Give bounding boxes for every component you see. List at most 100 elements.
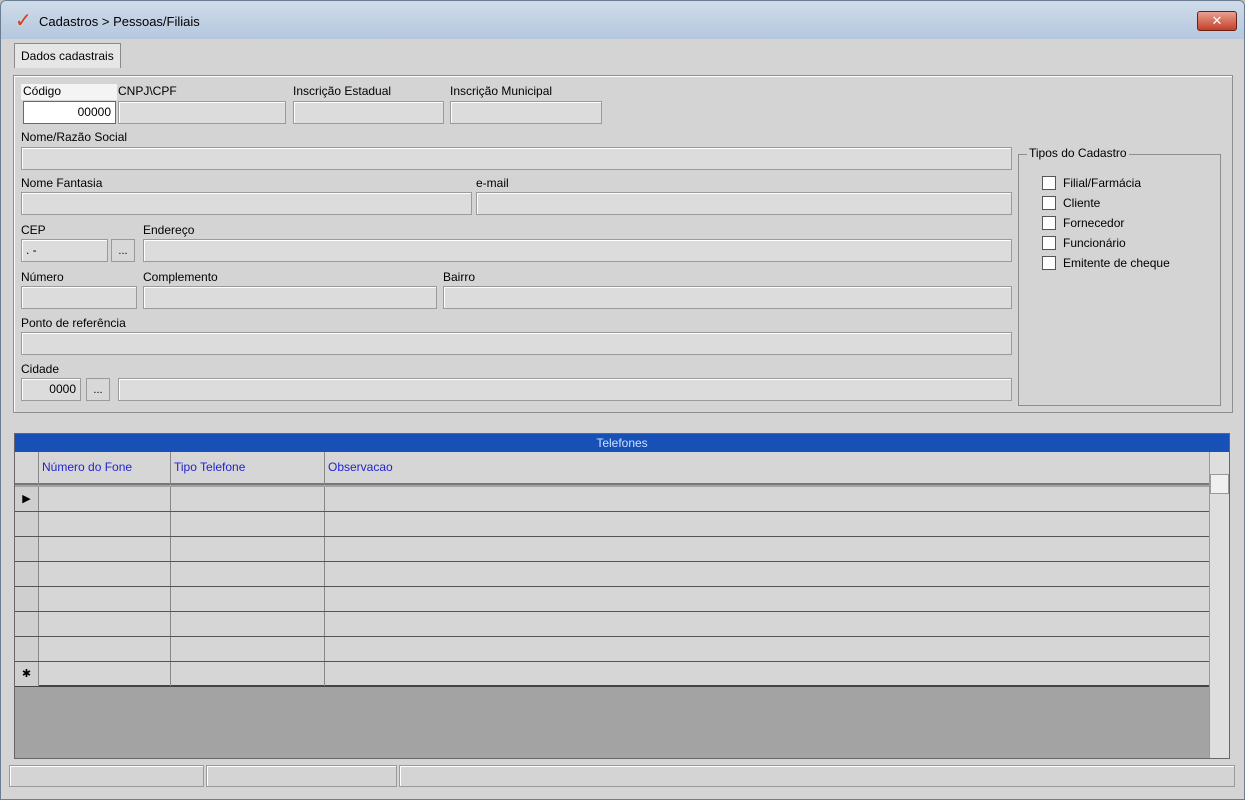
tipos-cadastro-title: Tipos do Cadastro <box>1027 146 1129 160</box>
cep-lookup-button[interactable]: ... <box>111 239 135 262</box>
tipo-option-label: Funcionário <box>1063 236 1126 250</box>
table-cell[interactable] <box>171 587 325 611</box>
numero-field[interactable] <box>21 286 137 309</box>
bairro-label: Bairro <box>443 270 476 284</box>
email-field[interactable] <box>476 192 1012 215</box>
table-cell[interactable] <box>171 637 325 661</box>
cnpj-field[interactable] <box>118 101 286 124</box>
grid-header: Número do Fone Tipo Telefone Observacao <box>15 452 1209 485</box>
checkbox[interactable] <box>1042 236 1056 250</box>
row-indicator <box>15 612 39 636</box>
tipo-option-filial[interactable]: Filial/Farmácia <box>1042 175 1141 191</box>
table-cell[interactable] <box>171 612 325 636</box>
status-panel-2 <box>206 765 397 787</box>
inscricao-estadual-field[interactable] <box>293 101 444 124</box>
tipo-option-label: Cliente <box>1063 196 1101 210</box>
column-header-numero-fone[interactable]: Número do Fone <box>39 452 171 485</box>
tipo-option-fornecedor[interactable]: Fornecedor <box>1042 215 1124 231</box>
cep-field[interactable]: . - <box>21 239 108 262</box>
table-cell[interactable] <box>39 562 171 586</box>
cidade-lookup-button[interactable]: ... <box>86 378 110 401</box>
table-cell[interactable] <box>325 562 1209 586</box>
complemento-label: Complemento <box>143 270 218 284</box>
numero-label: Número <box>21 270 64 284</box>
table-cell[interactable] <box>39 662 171 686</box>
cidade-code-field[interactable]: 0000 <box>21 378 81 401</box>
table-row[interactable] <box>15 537 1209 562</box>
window-title: Cadastros > Pessoas/Filiais <box>39 14 200 29</box>
cidade-label: Cidade <box>21 362 60 376</box>
status-panel-1 <box>9 765 204 787</box>
nome-razao-field[interactable] <box>21 147 1012 170</box>
nome-fantasia-field[interactable] <box>21 192 472 215</box>
column-header-observacao[interactable]: Observacao <box>325 452 1209 485</box>
table-cell[interactable] <box>325 662 1209 686</box>
table-row[interactable] <box>15 587 1209 612</box>
table-cell[interactable] <box>39 612 171 636</box>
checkbox[interactable] <box>1042 176 1056 190</box>
checkbox[interactable] <box>1042 196 1056 210</box>
table-cell[interactable] <box>325 612 1209 636</box>
table-row[interactable] <box>15 637 1209 662</box>
table-cell[interactable] <box>171 487 325 511</box>
table-cell[interactable] <box>39 512 171 536</box>
checkbox[interactable] <box>1042 216 1056 230</box>
ponto-referencia-label: Ponto de referência <box>21 316 126 330</box>
cadastro-window: ✓ Cadastros > Pessoas/Filiais ✕ Dados ca… <box>0 0 1245 800</box>
tipo-option-emitente[interactable]: Emitente de cheque <box>1042 255 1170 271</box>
app-check-icon: ✓ <box>15 10 32 32</box>
client-area: Dados cadastrais Código 00000 CNPJ\CPF I… <box>9 39 1238 793</box>
row-indicator <box>15 537 39 561</box>
column-header-tipo-telefone[interactable]: Tipo Telefone <box>171 452 325 485</box>
table-cell[interactable] <box>325 537 1209 561</box>
telefones-grid[interactable]: Telefones Número do Fone Tipo Telefone O… <box>14 433 1230 759</box>
table-cell[interactable] <box>39 537 171 561</box>
new-row-icon: ✱ <box>15 662 39 686</box>
table-cell[interactable] <box>171 562 325 586</box>
cidade-name-field[interactable] <box>118 378 1012 401</box>
table-row[interactable] <box>15 612 1209 637</box>
bairro-field[interactable] <box>443 286 1012 309</box>
tab-dados-cadastrais[interactable]: Dados cadastrais <box>14 43 121 68</box>
table-cell[interactable] <box>325 637 1209 661</box>
table-cell[interactable] <box>39 587 171 611</box>
table-cell[interactable] <box>325 512 1209 536</box>
table-cell[interactable] <box>171 537 325 561</box>
tipo-option-funcionario[interactable]: Funcionário <box>1042 235 1126 251</box>
table-row-new[interactable]: ✱ <box>15 662 1209 687</box>
header-indicator-cell <box>15 452 39 485</box>
endereco-label: Endereço <box>143 223 195 237</box>
codigo-field[interactable]: 00000 <box>23 101 116 124</box>
ponto-referencia-field[interactable] <box>21 332 1012 355</box>
table-cell[interactable] <box>171 662 325 686</box>
cep-label: CEP <box>21 223 46 237</box>
table-row[interactable] <box>15 512 1209 537</box>
tipos-cadastro-group: Tipos do Cadastro Filial/Farmácia Client… <box>1018 146 1221 406</box>
inscricao-municipal-label: Inscrição Municipal <box>450 84 553 98</box>
dados-cadastrais-panel: Código 00000 CNPJ\CPF Inscrição Estadual… <box>13 75 1233 413</box>
tipo-option-label: Emitente de cheque <box>1063 256 1170 270</box>
row-indicator <box>15 587 39 611</box>
row-indicator <box>15 562 39 586</box>
telefones-title: Telefones <box>15 434 1229 452</box>
close-button[interactable]: ✕ <box>1197 11 1237 31</box>
title-bar[interactable]: ✓ Cadastros > Pessoas/Filiais ✕ <box>1 1 1244 39</box>
tipo-option-label: Filial/Farmácia <box>1063 176 1142 190</box>
current-row-icon: ▶ <box>15 487 39 511</box>
table-cell[interactable] <box>39 487 171 511</box>
scrollbar-thumb[interactable] <box>1210 474 1229 494</box>
complemento-field[interactable] <box>143 286 437 309</box>
vertical-scrollbar[interactable] <box>1209 452 1229 758</box>
table-cell[interactable] <box>325 587 1209 611</box>
inscricao-municipal-field[interactable] <box>450 101 602 124</box>
endereco-field[interactable] <box>143 239 1012 262</box>
checkbox[interactable] <box>1042 256 1056 270</box>
table-row[interactable] <box>15 562 1209 587</box>
table-row[interactable]: ▶ <box>15 487 1209 512</box>
table-cell[interactable] <box>171 512 325 536</box>
table-cell[interactable] <box>39 637 171 661</box>
tipo-option-cliente[interactable]: Cliente <box>1042 195 1100 211</box>
table-cell[interactable] <box>325 487 1209 511</box>
codigo-label: Código <box>21 84 117 100</box>
status-bar <box>9 765 1238 789</box>
